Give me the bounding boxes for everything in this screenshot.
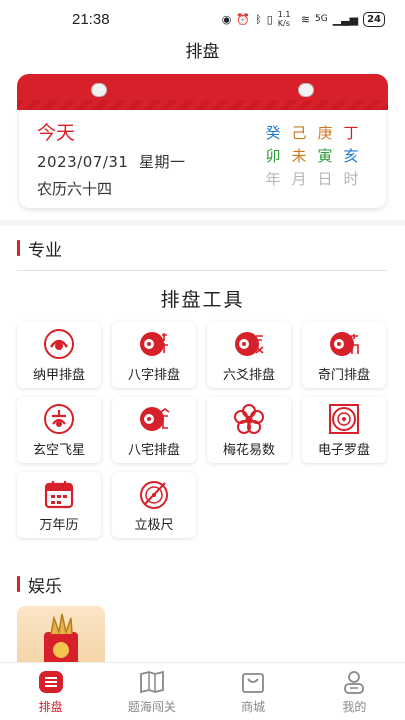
tool-lijichi[interactable]: 立极尺 [112,472,196,538]
binder-ring [298,83,314,97]
status-icons: ◉ ⏰ ᛒ ▯ 1.1 K/s ≋ 5G ▁▃▅ 24 [222,10,385,28]
year-stem: 癸 [265,124,281,142]
ruler-icon [137,477,171,511]
page-title: 排盘 [0,38,405,70]
shopping-bag-icon [240,669,266,695]
tab-mine[interactable]: 我的 [304,663,405,720]
vibrate-icon: ▯ [266,12,273,26]
tools-title: 排盘工具 [0,271,405,322]
day-stem: 庚 [317,124,333,142]
section-marker [17,240,20,256]
tool-qimen[interactable]: 奇门排盘 [302,322,386,388]
hour-branch: 亥 [343,147,359,165]
tool-label: 立极尺 [134,518,174,533]
profile-icon [341,669,367,695]
status-bar: 21:38 ◉ ⏰ ᛒ ▯ 1.1 K/s ≋ 5G ▁▃▅ 24 [0,0,405,38]
tool-xuankong[interactable]: 玄空飞星 [17,397,101,463]
tab-bar: 排盘 题海闯关 商城 我的 [0,662,405,720]
battery-icon: 24 [363,11,385,27]
section-marker [17,576,20,592]
signal-label: 5G [314,14,328,24]
tool-bazhai[interactable]: 八宅排盘 [112,397,196,463]
tool-label: 八字排盘 [127,368,180,383]
month-branch: 未 [291,147,307,165]
tab-shop[interactable]: 商城 [203,663,304,720]
section-pro: 专业 [0,226,405,270]
xuankong-icon [42,402,76,436]
wifi-icon: ≋ [300,12,310,26]
book-icon [139,669,165,695]
tool-bazi[interactable]: 八字排盘 [112,322,196,388]
paipan-icon [38,669,64,695]
bluetooth-icon: ᛒ [255,12,262,26]
tab-label: 商城 [241,699,266,714]
fortune-bag-icon [44,613,78,666]
hour-label: 时 [343,170,359,188]
ganzhi-grid: 癸 己 庚 丁 卯 未 寅 亥 年 月 日 时 [260,122,364,189]
calendar-card[interactable]: 今天 2023/07/31 星期一 农历六十四 癸 己 庚 丁 卯 未 寅 亥 … [19,110,386,208]
section-fun: 娱乐 [0,562,405,606]
year-label: 年 [265,170,281,188]
qimen-icon [327,327,361,361]
tool-najia[interactable]: 纳甲排盘 [17,322,101,388]
tool-label: 梅花易数 [222,443,275,458]
tab-paipan[interactable]: 排盘 [0,663,101,720]
status-time: 21:38 [72,10,110,28]
liuyao-icon [232,327,266,361]
tool-label: 纳甲排盘 [32,368,85,383]
najia-icon [42,327,76,361]
alarm-icon: ⏰ [236,12,251,26]
tool-label: 玄空飞星 [32,443,85,458]
section-pro-label: 专业 [28,240,62,261]
fortune-card[interactable] [17,606,105,668]
tab-label: 题海闯关 [127,699,176,714]
tools-grid: 纳甲排盘 八字排盘 六爻排盘 奇门排盘 玄空飞星 八宅排盘 梅花易数 电子罗盘 … [0,322,405,538]
tab-label: 我的 [342,699,367,714]
tab-label: 排盘 [38,699,63,714]
tool-liuyao[interactable]: 六爻排盘 [207,322,291,388]
section-fun-label: 娱乐 [28,576,62,597]
tool-compass[interactable]: 电子罗盘 [302,397,386,463]
bazi-icon [137,327,171,361]
calendar-icon [42,477,76,511]
calendar-header [17,74,388,110]
tool-label: 万年历 [39,518,79,533]
signal-icon: ▁▃▅ [332,12,359,26]
tool-label: 六爻排盘 [222,368,275,383]
tool-label: 电子罗盘 [317,443,370,458]
day-branch: 寅 [317,147,333,165]
plum-blossom-icon [232,402,266,436]
tool-label: 八宅排盘 [127,443,180,458]
eye-icon: ◉ [221,12,232,26]
tab-tihai[interactable]: 题海闯关 [101,663,202,720]
tool-wannianli[interactable]: 万年历 [17,472,101,538]
net-speed: 1.1 K/s [277,10,291,28]
tool-meihua[interactable]: 梅花易数 [207,397,291,463]
bazhai-icon [137,402,171,436]
date-value: 2023/07/31 [37,153,129,171]
month-stem: 己 [291,124,307,142]
compass-icon [327,402,361,436]
month-label: 月 [291,170,307,188]
binder-ring [91,83,107,97]
year-branch: 卯 [265,147,281,165]
hour-stem: 丁 [343,124,359,142]
weekday-value: 星期一 [139,153,186,171]
day-label: 日 [317,170,333,188]
tool-label: 奇门排盘 [317,368,370,383]
